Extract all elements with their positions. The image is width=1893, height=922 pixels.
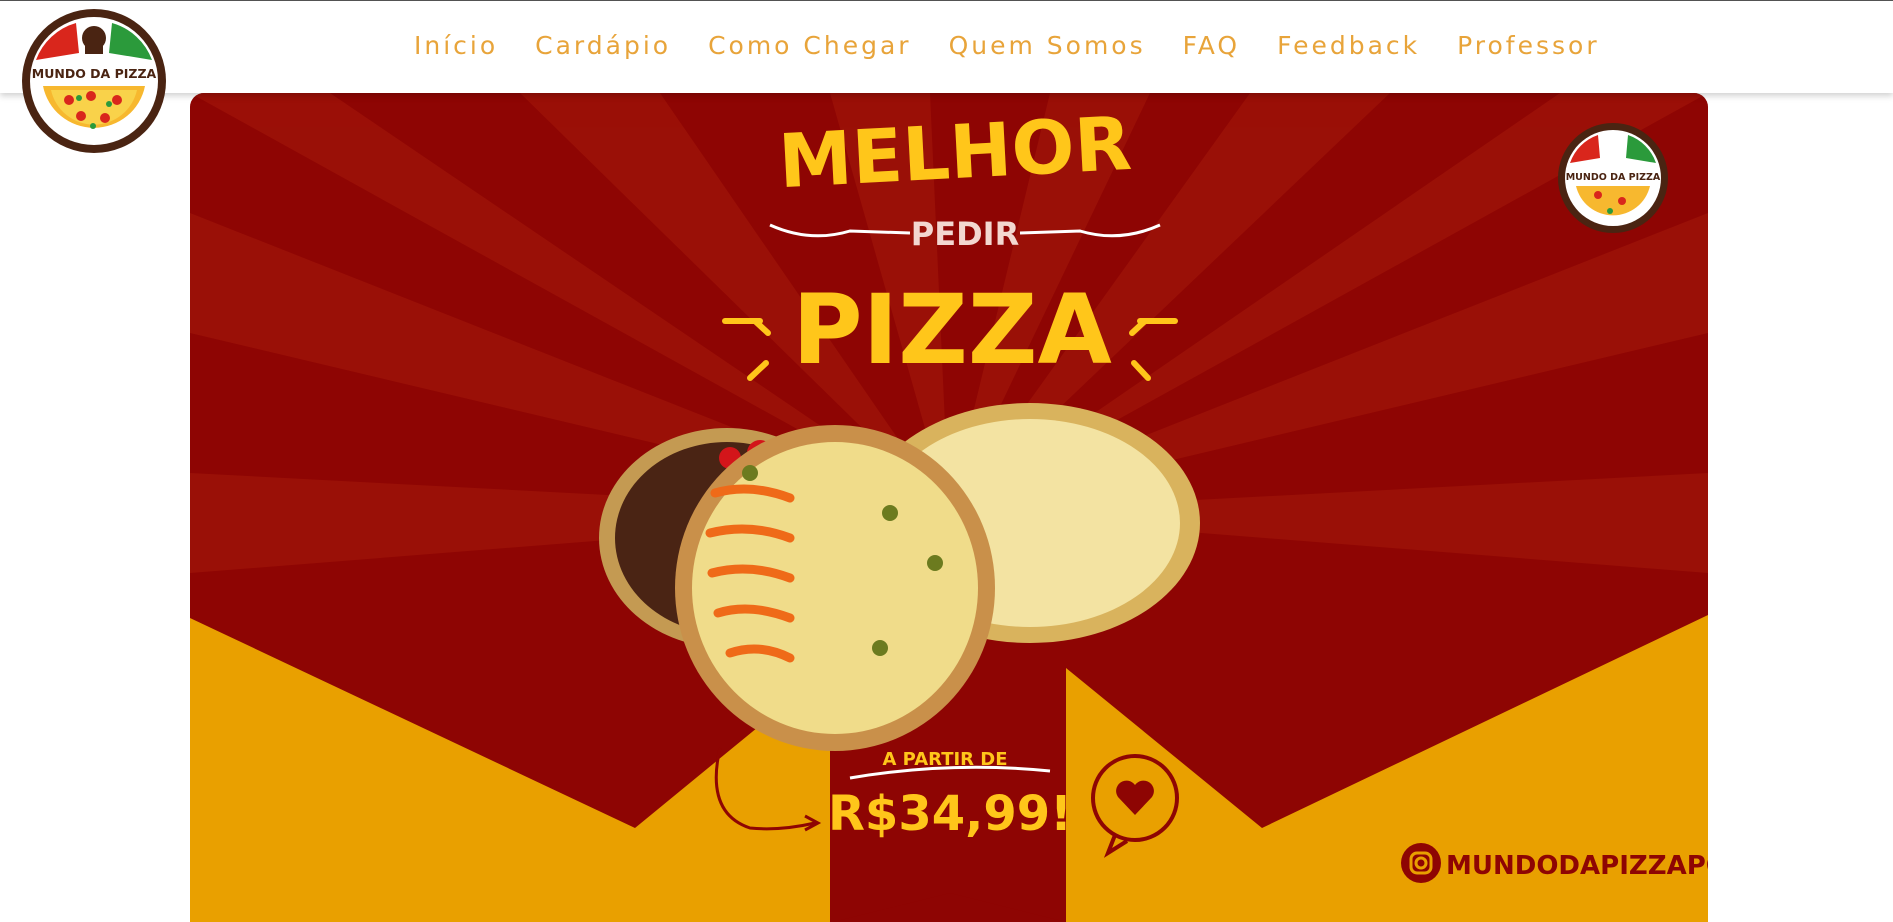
site-logo[interactable]: MUNDO DA PIZZA [21,8,167,154]
hero-banner: MELHOR PEDIR PIZZA A PARTIR DE R$34,99! … [190,93,1708,922]
nav-link-como-chegar[interactable]: Como Chegar [708,31,912,60]
logo-text: MUNDO DA PIZZA [32,66,157,81]
nav-link-feedback[interactable]: Feedback [1277,31,1420,60]
headline-pizza: PIZZA [792,274,1112,386]
headline-pedir: PEDIR [911,215,1019,253]
banner-logo: MUNDO DA PIZZA [1558,123,1668,233]
nav-link-cardapio[interactable]: Cardápio [535,31,671,60]
nav-link-inicio[interactable]: Início [414,31,498,60]
svg-text:MUNDO DA PIZZA: MUNDO DA PIZZA [1566,172,1661,183]
price-value: R$34,99! [828,786,1072,842]
price-prefix: A PARTIR DE [882,749,1007,770]
nav-link-professor[interactable]: Professor [1457,31,1599,60]
instagram-handle: MUNDODAPIZZAPG [1446,851,1708,881]
pizza-image [599,403,1200,751]
nav-link-quem-somos[interactable]: Quem Somos [949,31,1146,60]
nav-links: Início Cardápio Como Chegar Quem Somos F… [414,31,1637,60]
navbar: Início Cardápio Como Chegar Quem Somos F… [0,1,1893,93]
nav-link-faq[interactable]: FAQ [1183,31,1240,60]
